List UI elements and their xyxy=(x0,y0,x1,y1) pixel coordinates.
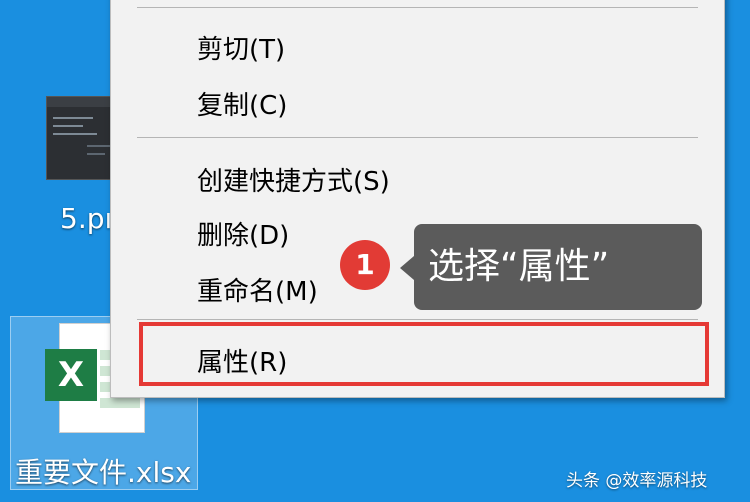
desktop-icon-png-label: 5.pı xyxy=(60,202,113,235)
menu-item-rename[interactable]: 重命名(M) xyxy=(197,271,318,308)
tooltip-arrow xyxy=(400,256,414,280)
instruction-tooltip: 选择“属性” xyxy=(414,224,702,310)
menu-separator xyxy=(137,7,698,8)
menu-item-create-shortcut[interactable]: 创建快捷方式(S) xyxy=(197,161,390,198)
context-menu: 剪切(T) 复制(C) 创建快捷方式(S) 删除(D) 重命名(M) 属性(R) xyxy=(110,0,725,398)
menu-item-cut[interactable]: 剪切(T) xyxy=(197,29,285,66)
step-number-badge: 1 xyxy=(340,240,390,290)
menu-separator xyxy=(137,137,698,138)
menu-item-copy[interactable]: 复制(C) xyxy=(197,85,287,122)
png-thumbnail xyxy=(46,96,120,180)
menu-separator xyxy=(137,319,698,320)
properties-highlight-box xyxy=(139,322,709,386)
excel-x-icon: X xyxy=(45,349,97,401)
watermark: 头条 @效率源科技 xyxy=(566,471,708,491)
desktop-icon-xlsx-label: 重要文件.xlsx xyxy=(15,456,192,489)
menu-item-delete[interactable]: 删除(D) xyxy=(197,215,289,252)
